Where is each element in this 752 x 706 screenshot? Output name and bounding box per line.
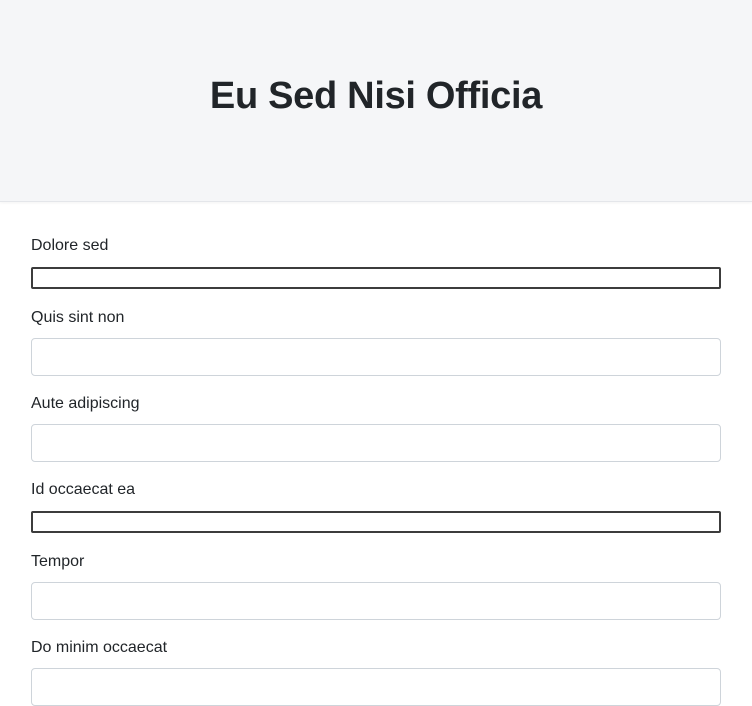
tempor-input[interactable] (31, 582, 721, 620)
field-label-aute-adipiscing: Aute adipiscing (31, 395, 140, 412)
aute-adipiscing-input[interactable] (31, 424, 721, 462)
quis-sint-non-input[interactable] (31, 338, 721, 376)
page-header: Eu Sed Nisi Officia (0, 0, 752, 202)
field-label-tempor: Tempor (31, 553, 85, 570)
page-title: Eu Sed Nisi Officia (209, 75, 543, 117)
field-label-quis-sint-non: Quis sint non (31, 309, 125, 326)
field-label-id-occaecat-ea: Id occaecat ea (31, 481, 136, 498)
field-label-dolore-sed: Dolore sed (31, 237, 109, 254)
dolore-sed-input[interactable] (31, 267, 721, 289)
field-label-do-minim-occaecat: Do minim occaecat (31, 639, 168, 656)
id-occaecat-ea-input[interactable] (31, 511, 721, 533)
do-minim-occaecat-input[interactable] (31, 668, 721, 706)
